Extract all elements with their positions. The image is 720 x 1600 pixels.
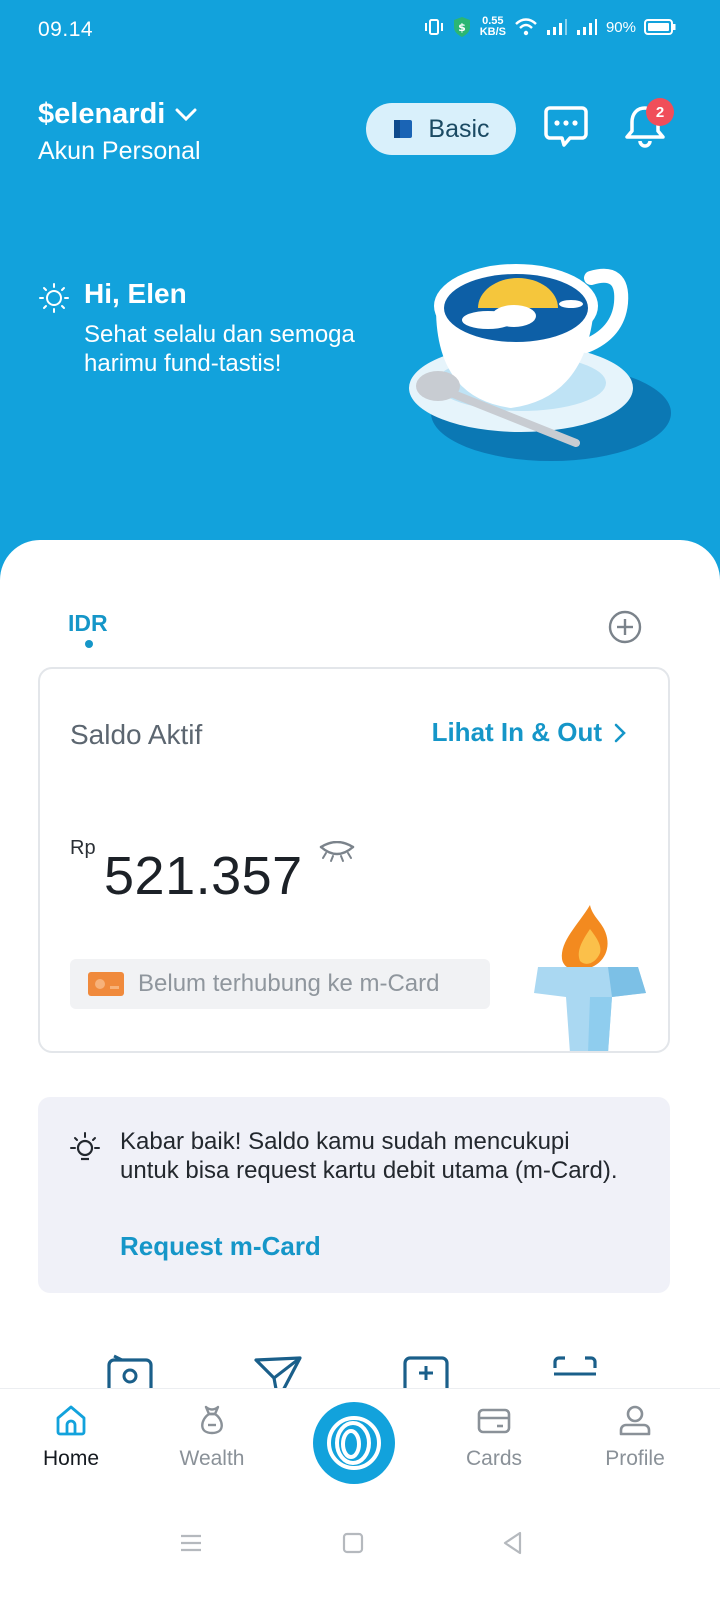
vibrate-icon — [424, 19, 443, 35]
info-text: Kabar baik! Saldo kamu sudah mencukupi u… — [120, 1128, 618, 1184]
add-circle-icon[interactable] — [608, 610, 642, 644]
nav-cards[interactable]: Cards — [434, 1403, 554, 1471]
account-switcher[interactable]: $elenardi Akun Personal — [38, 98, 201, 166]
system-nav-bar — [0, 1500, 720, 1600]
balance-card: Saldo Aktif Lihat In & Out Rp 521.357 Be… — [38, 667, 670, 1053]
tier-badge-button[interactable]: Basic — [366, 103, 516, 155]
swirl-logo-icon — [327, 1416, 381, 1470]
info-box: Kabar baik! Saldo kamu sudah mencukupi u… — [38, 1097, 670, 1293]
signal-icon-2 — [576, 19, 597, 35]
header: 09.14 $ 0.55 KB/S 90% $elenardi Akun Pers… — [0, 0, 720, 600]
nav-wealth-label: Wealth — [179, 1447, 245, 1470]
lightbulb-icon — [70, 1132, 100, 1161]
in-out-link-label: Lihat In & Out — [431, 717, 602, 747]
nav-home-label: Home — [42, 1447, 100, 1470]
home-icon — [56, 1405, 86, 1436]
battery-level: 90% — [605, 18, 636, 36]
menu-icon[interactable] — [176, 1528, 206, 1558]
user-icon — [619, 1405, 651, 1436]
chevron-down-icon — [175, 108, 197, 121]
balance-amount: 521.357 — [104, 846, 303, 906]
account-name: $elenardi — [38, 98, 166, 130]
status-time: 09.14 — [38, 18, 94, 41]
in-out-link[interactable]: Lihat In & Out — [432, 717, 626, 748]
tier-label: Basic — [428, 114, 490, 143]
nav-wealth[interactable]: Wealth — [152, 1403, 272, 1471]
tab-indicator — [85, 640, 93, 648]
svg-text:$: $ — [458, 21, 466, 34]
chevron-right-icon — [614, 723, 626, 742]
quick-actions-row — [0, 1352, 720, 1388]
wifi-icon — [515, 18, 537, 36]
notification-badge: 2 — [646, 98, 674, 126]
coffee-cup-illustration — [409, 264, 671, 461]
nav-profile[interactable]: Profile — [575, 1403, 695, 1471]
money-bag-icon — [201, 1405, 223, 1435]
shield-dollar-icon: $ — [453, 17, 470, 37]
tab-idr[interactable]: IDR — [68, 610, 108, 637]
speed-unit: KB/S — [479, 26, 506, 38]
greeting-title: Hi, Elen — [84, 278, 187, 309]
nav-profile-label: Profile — [605, 1447, 665, 1470]
credit-card-icon — [88, 972, 124, 996]
mcard-status-label: Belum terhubung ke m-Card — [138, 970, 440, 997]
top-up-icon[interactable] — [106, 1354, 156, 1388]
network-speed: 0.55 KB/S — [480, 16, 506, 38]
balance-label: Saldo Aktif — [70, 719, 203, 750]
eye-closed-icon[interactable] — [318, 841, 356, 865]
status-icons: $ 0.55 KB/S 90% — [424, 16, 676, 38]
home-square-icon[interactable] — [338, 1528, 368, 1558]
scan-icon[interactable] — [552, 1354, 602, 1388]
torch-illustration — [534, 905, 646, 1051]
add-money-icon[interactable] — [402, 1354, 452, 1388]
request-mcard-link[interactable]: Request m-Card — [120, 1231, 321, 1262]
card-icon — [477, 1408, 511, 1434]
cube-icon — [394, 120, 413, 138]
center-action-button[interactable] — [313, 1402, 395, 1484]
account-type: Akun Personal — [38, 137, 201, 165]
send-icon[interactable] — [254, 1354, 304, 1388]
greeting-subtitle: Sehat selalu dan semoga harimu fund-tast… — [84, 321, 355, 377]
nav-home[interactable]: Home — [11, 1403, 131, 1471]
status-bar: 09.14 $ 0.55 KB/S 90% — [0, 0, 720, 60]
mcard-status[interactable]: Belum terhubung ke m-Card — [70, 959, 490, 1009]
chat-icon[interactable] — [544, 104, 588, 148]
sun-icon — [39, 283, 69, 313]
back-icon[interactable] — [498, 1528, 528, 1558]
signal-icon — [546, 19, 567, 35]
nav-cards-label: Cards — [465, 1447, 523, 1470]
battery-icon — [644, 19, 676, 35]
currency-symbol: Rp — [70, 837, 96, 859]
